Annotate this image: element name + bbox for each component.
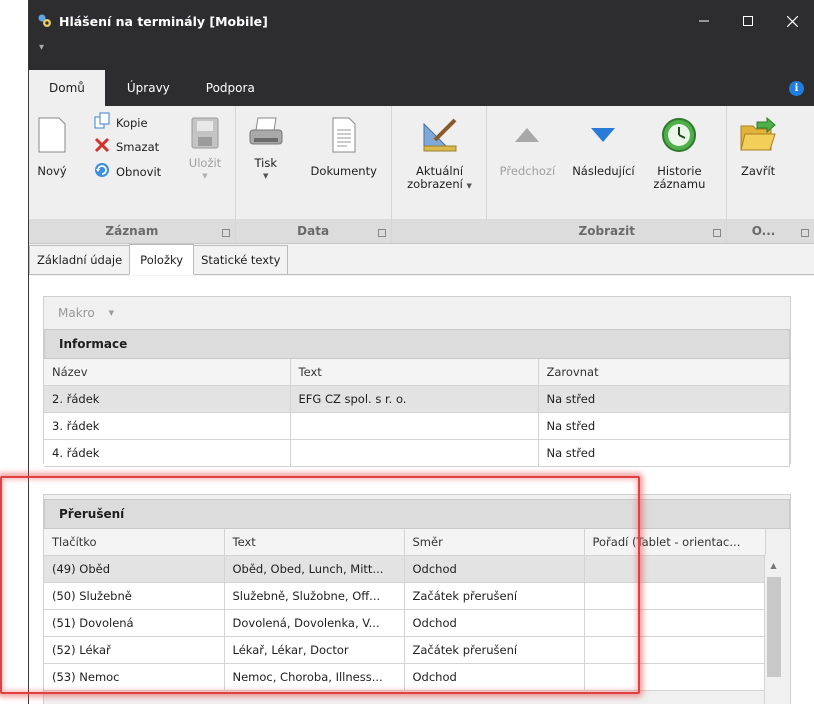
- table-row[interactable]: (52) Lékař Lékař, Lékar, Doctor Začátek …: [44, 636, 766, 664]
- scroll-thumb[interactable]: [767, 577, 781, 677]
- tab-basic-info[interactable]: Základní údaje: [29, 245, 131, 274]
- info-panel: Makro ▼ Informace Název Text Zarovnat 2.…: [43, 296, 791, 467]
- table-row[interactable]: (53) Nemoc Nemoc, Choroba, Illness... Od…: [44, 663, 766, 691]
- table-row[interactable]: 4. řádek Na střed: [44, 439, 790, 467]
- breaks-col-order[interactable]: Pořadí (Tablet - orientac...: [584, 529, 766, 556]
- scroll-up-icon[interactable]: ▲: [765, 555, 782, 575]
- group-current-label: [391, 219, 488, 243]
- tab-podpora[interactable]: Podpora: [192, 70, 269, 106]
- group-record-label: Záznam: [29, 219, 235, 243]
- other-launcher-icon[interactable]: [800, 229, 809, 237]
- save-button[interactable]: Uložit ▼: [185, 116, 225, 183]
- current-view-button[interactable]: Aktuální zobrazení ▼: [402, 116, 478, 193]
- table-row[interactable]: (51) Dovolená Dovolená, Dovolenka, V... …: [44, 609, 766, 637]
- print-button[interactable]: Tisk ▼: [248, 116, 284, 183]
- table-row[interactable]: 3. řádek Na střed: [44, 412, 790, 440]
- breaks-panel: Přerušení Tlačítko Text Směr Pořadí (Tab…: [43, 494, 791, 704]
- triangle-up-icon: [512, 116, 542, 157]
- table-row[interactable]: 2. řádek EFG CZ spol. s r. o. Na střed: [44, 385, 790, 413]
- maximize-button[interactable]: [726, 0, 770, 42]
- close-button[interactable]: Zavřít: [733, 116, 783, 178]
- info-table: Název Text Zarovnat 2. řádek EFG CZ spol…: [44, 359, 790, 467]
- printer-icon: [248, 116, 284, 153]
- copy-icon: [93, 112, 111, 133]
- breaks-scrollbar[interactable]: ▲: [764, 555, 782, 704]
- app-icon: [35, 11, 55, 31]
- quick-access-toolbar: ▾: [29, 42, 814, 70]
- info-section-title: Informace: [44, 329, 790, 359]
- breaks-section-title: Přerušení: [44, 499, 790, 529]
- quick-access-dropdown[interactable]: ▾: [39, 42, 44, 53]
- breaks-grid: Tlačítko Text Směr Pořadí (Tablet - orie…: [44, 529, 790, 704]
- record-launcher-icon[interactable]: [221, 229, 230, 237]
- breaks-table: Tlačítko Text Směr Pořadí (Tablet - orie…: [44, 529, 766, 691]
- refresh-icon: [93, 161, 111, 182]
- content-area: Makro ▼ Informace Název Text Zarovnat 2.…: [29, 276, 814, 704]
- tab-upravy[interactable]: Úpravy: [113, 70, 184, 106]
- group-show-label: Zobrazit: [487, 219, 727, 243]
- breaks-col-direction[interactable]: Směr: [404, 529, 585, 556]
- app-window: Hlášení na terminály [Mobile] ▾ Domů Úpr…: [28, 0, 814, 704]
- title-bar: Hlášení na terminály [Mobile]: [29, 0, 814, 42]
- breaks-col-text[interactable]: Text: [224, 529, 405, 556]
- table-row[interactable]: (49) Oběd Oběd, Obed, Lunch, Mitt... Odc…: [44, 555, 766, 583]
- delete-x-icon: [93, 136, 111, 157]
- save-dropdown-icon: ▼: [202, 172, 208, 180]
- new-document-icon: [37, 116, 67, 157]
- group-record: Nový Kopie Smazat Obnovit Uložit ▼ Zázna…: [29, 106, 236, 243]
- copy-button[interactable]: Kopie: [93, 112, 148, 133]
- print-dropdown-icon: ▼: [263, 172, 269, 180]
- form-tabs: Základní údaje Položky Statické texty: [29, 244, 814, 275]
- ribbon-tabs: Domů Úpravy Podpora i: [29, 70, 814, 106]
- group-show: Předchozí Následující Historie záznamu Z…: [487, 106, 728, 243]
- group-data: Tisk ▼ Dokumenty Data: [235, 106, 392, 243]
- delete-button[interactable]: Smazat: [93, 136, 159, 157]
- close-window-button[interactable]: [770, 0, 814, 42]
- table-row[interactable]: (50) Služebně Služebně, Služobne, Off...…: [44, 582, 766, 610]
- document-icon: [331, 116, 357, 157]
- info-col-text[interactable]: Text: [290, 359, 539, 386]
- current-view-dropdown-icon: ▼: [466, 182, 472, 190]
- show-launcher-icon[interactable]: [713, 229, 722, 237]
- history-button[interactable]: Historie záznamu: [647, 116, 711, 191]
- macro-dropdown-icon: ▼: [108, 309, 115, 317]
- breaks-col-button[interactable]: Tlačítko: [44, 529, 225, 556]
- save-disk-icon: [190, 116, 220, 153]
- documents-button[interactable]: Dokumenty: [302, 116, 386, 178]
- group-other: Zavřít O...: [727, 106, 814, 243]
- window-title: Hlášení na terminály [Mobile]: [59, 13, 268, 29]
- tab-items[interactable]: Položky: [129, 244, 195, 275]
- group-other-label: O...: [727, 219, 814, 243]
- group-data-label: Data: [235, 219, 391, 243]
- refresh-button[interactable]: Obnovit: [93, 161, 161, 182]
- tab-domu[interactable]: Domů: [29, 70, 105, 106]
- ruler-pencil-icon: [421, 116, 459, 157]
- previous-button[interactable]: Předchozí: [495, 116, 559, 178]
- tab-static-texts[interactable]: Statické texty: [193, 245, 289, 274]
- history-clock-icon: [660, 116, 698, 157]
- info-col-align[interactable]: Zarovnat: [538, 359, 790, 386]
- info-col-name[interactable]: Název: [44, 359, 291, 386]
- minimize-button[interactable]: [682, 0, 726, 42]
- info-icon[interactable]: i: [789, 81, 804, 96]
- triangle-down-icon: [588, 116, 618, 157]
- ribbon: Nový Kopie Smazat Obnovit Uložit ▼ Zázna…: [29, 106, 814, 244]
- new-button[interactable]: Nový: [35, 116, 69, 178]
- folder-exit-icon: [739, 116, 777, 157]
- next-button[interactable]: Následující: [565, 116, 641, 178]
- group-current-view: Aktuální zobrazení ▼: [391, 106, 488, 243]
- macro-dropdown[interactable]: Makro ▼: [44, 297, 790, 329]
- data-launcher-icon[interactable]: [377, 229, 386, 237]
